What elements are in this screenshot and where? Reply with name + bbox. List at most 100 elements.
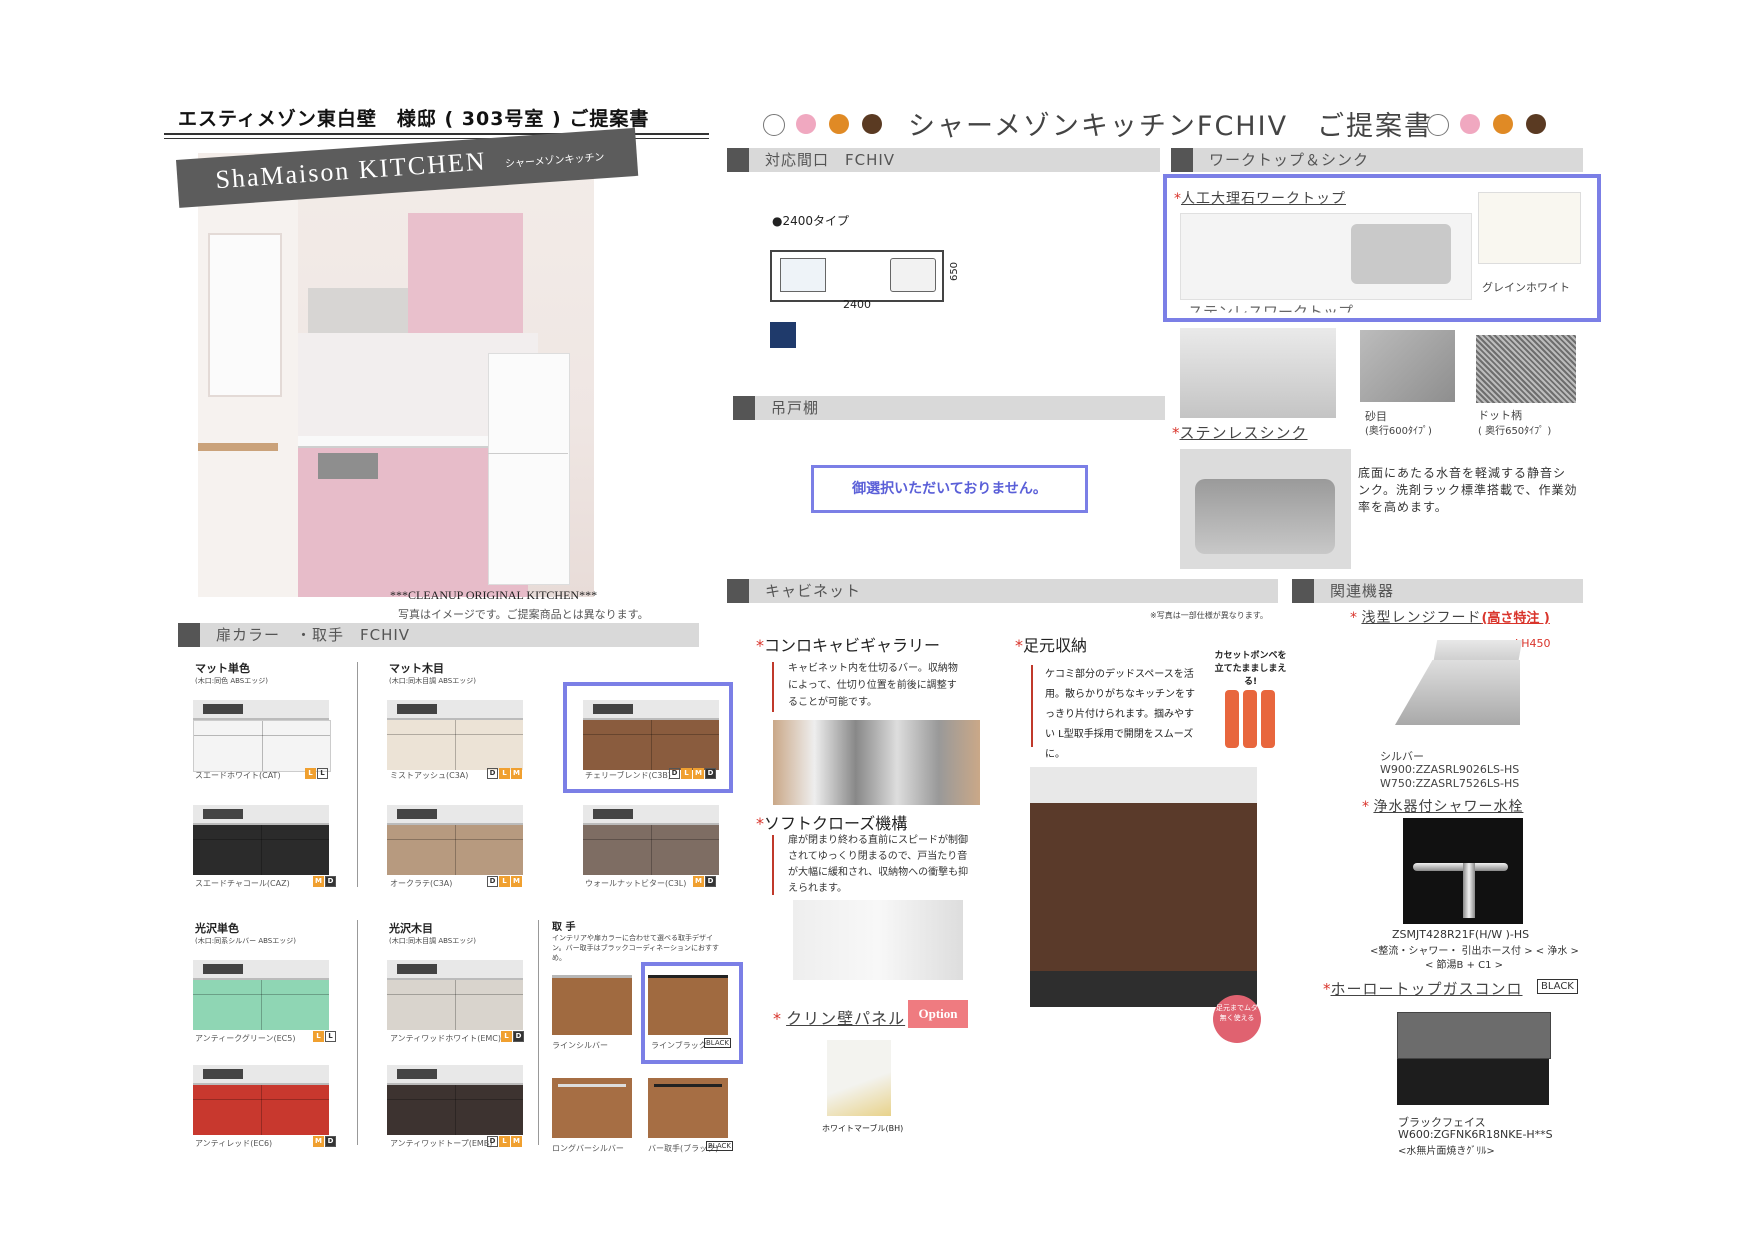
faucet-body	[1463, 863, 1475, 918]
hero-kitchen-photo	[198, 153, 594, 597]
section-title: 吊戸棚	[771, 399, 820, 417]
required-mark: *	[1362, 799, 1369, 815]
hero-caption-2: 写真はイメージです。ご提案商品とは異なります。	[398, 608, 649, 621]
color-dot-white	[1427, 114, 1449, 136]
required-mark: *	[1015, 636, 1023, 655]
range-hood-title: * 浅型レンジフード(高さ特注 )	[1350, 607, 1550, 627]
door-swatch-antique-wood-white[interactable]	[387, 960, 523, 1030]
section-title: ワークトップ＆シンク	[1209, 151, 1370, 169]
handle-line-silver[interactable]	[552, 975, 632, 1035]
range-hood-photo	[1395, 640, 1525, 735]
door-swatch-antique-green[interactable]	[193, 960, 329, 1030]
selected-door-color-highlight	[563, 682, 733, 793]
group-sub: (木口:同木目調 ABSエッジ)	[389, 937, 476, 945]
handle-bar-black[interactable]	[648, 1078, 728, 1138]
swatch-label: スエードチャコール(CAZ)	[195, 879, 290, 888]
foot-storage-rule	[1031, 665, 1033, 747]
section-title: 関連機器	[1330, 582, 1395, 600]
swatch-label: アンティレッド(EC6)	[195, 1139, 273, 1148]
faucet-desc-2: < 節湯B + C1 >	[1425, 960, 1504, 971]
not-selected-text: 御選択いただいておりません。	[852, 481, 1047, 497]
cooktop-plan	[780, 258, 826, 292]
door-swatch-antique-wood-taupe[interactable]	[387, 1065, 523, 1135]
title-text: クリン壁パネル	[786, 1009, 906, 1028]
brand-banner-sub: シャーメゾンキッチン	[504, 152, 605, 171]
selected-worktop-highlight	[1163, 174, 1601, 322]
group-title: 光沢単色	[195, 922, 239, 935]
swatch-label: アンティワッドトープ(EMB)	[390, 1139, 493, 1148]
gallery-rule	[772, 662, 774, 712]
divider	[357, 920, 358, 1145]
bar-handle	[558, 1084, 626, 1087]
faucet-title: * 浄水器付シャワー水栓	[1362, 796, 1523, 816]
range-hood	[308, 288, 408, 333]
required-mark: *	[1350, 610, 1357, 626]
black-tag: BLACK	[1537, 979, 1578, 994]
group-sub: インテリアや扉カラーに合わせて選べる取手デザイン。バー取手はブラックコーディネー…	[552, 934, 719, 962]
stainless-sink-photo	[1180, 449, 1351, 569]
sink-basin	[1195, 479, 1335, 554]
swatch-badges: MD	[312, 1136, 336, 1147]
door-swatch-suede-white[interactable]	[193, 700, 331, 772]
title-text: コンロキャビギャラリー	[764, 636, 941, 655]
section-marker	[727, 148, 749, 172]
title-text: 足元収納	[1023, 636, 1088, 655]
refrigerator	[488, 353, 570, 585]
soft-close-rule	[772, 835, 774, 895]
dot-finish-label: ドット柄	[1478, 409, 1522, 422]
door-swatch-oak-latte[interactable]	[387, 805, 523, 875]
required-mark: *	[773, 1009, 781, 1028]
cabinet-section-header: キャビネット	[727, 579, 1278, 603]
gallery-title: *コンロキャビギャラリー	[756, 632, 940, 656]
group-gloss-wood: 光沢木目 (木口:同木目調 ABSエッジ)	[389, 920, 476, 946]
required-mark: *	[756, 814, 764, 833]
wall-panel-title: * クリン壁パネル	[773, 1005, 905, 1029]
door-swatch-antique-red[interactable]	[193, 1065, 329, 1135]
title-text: 浄水器付シャワー水栓	[1373, 799, 1524, 815]
soft-close-title: *ソフトクローズ機構	[756, 810, 907, 834]
gas-stove-photo	[1397, 1012, 1551, 1107]
section-title: キャビネット	[765, 582, 862, 600]
group-title: 光沢木目	[389, 922, 433, 935]
gas-canisters	[1225, 690, 1277, 750]
swatch-badges: LL	[304, 768, 328, 779]
swatch-label: オークラテ(C3A)	[390, 879, 453, 888]
section-marker	[727, 579, 749, 603]
gallery-description: キャビネット内を仕切るバー。収納物によって、仕切り位置を前後に調整することが可能…	[788, 663, 958, 708]
title-text: ホーロートップガスコンロ	[1330, 980, 1523, 998]
cassette-note: カセットボンベを立てたまましまえる!	[1214, 651, 1287, 687]
door-swatch-walnut-bitter[interactable]	[583, 805, 719, 875]
swatch-badges: DLM	[486, 768, 522, 779]
wood-shelf	[198, 443, 278, 451]
section-marker	[1171, 148, 1193, 172]
swatch-label: ウォールナットビター(C3L)	[585, 879, 687, 888]
cabinet-note: ※写真は一部仕様が異なります。	[1150, 611, 1268, 620]
not-selected-box: 御選択いただいておりません。	[811, 465, 1088, 513]
oven-panel	[318, 453, 378, 479]
section-marker	[733, 396, 755, 420]
faucet-spout	[1413, 863, 1508, 871]
swatch-label: アンティワッドホワイト(EMC)	[390, 1034, 501, 1043]
group-gloss-solid: 光沢単色 (木口:同系シルバー ABSエッジ)	[195, 920, 296, 946]
stainless-sink-title: *ステンレスシンク	[1172, 422, 1308, 443]
handle-long-bar-silver[interactable]	[552, 1078, 632, 1138]
group-title: マット単色	[195, 662, 250, 675]
door-swatch-suede-charcoal[interactable]	[193, 805, 329, 875]
white-marble-label: ホワイトマーブル(BH)	[822, 1124, 904, 1133]
sink-description: 底面にあたる水音を軽減する静音シンク。洗剤ラック標準搭載で、作業効率を高めます。	[1358, 466, 1578, 514]
soft-close-description: 扉が閉まり終わる直前にスピードが制御されてゆっくり閉まるので、戸当たり音が大幅に…	[788, 835, 969, 894]
selected-handle-highlight	[641, 962, 743, 1064]
soft-close-photo	[793, 900, 963, 980]
color-dot-brown	[862, 114, 882, 134]
hood-body	[1395, 660, 1520, 725]
door-swatch-mist-ash[interactable]	[387, 700, 523, 770]
group-handles: 取 手 インテリアや扉カラーに合わせて選べる取手デザイン。バー取手はブラックコー…	[552, 918, 722, 963]
hood-color: シルバー	[1380, 750, 1424, 763]
required-mark: *	[756, 636, 764, 655]
title-text: ソフトクローズ機構	[764, 814, 908, 833]
group-sub: (木口:同色 ABSエッジ)	[195, 677, 268, 685]
title-text: 浅型レンジフード	[1361, 610, 1482, 626]
frontage-plan-drawing	[770, 250, 944, 302]
divider	[357, 662, 358, 887]
color-dot-pink	[796, 114, 816, 134]
